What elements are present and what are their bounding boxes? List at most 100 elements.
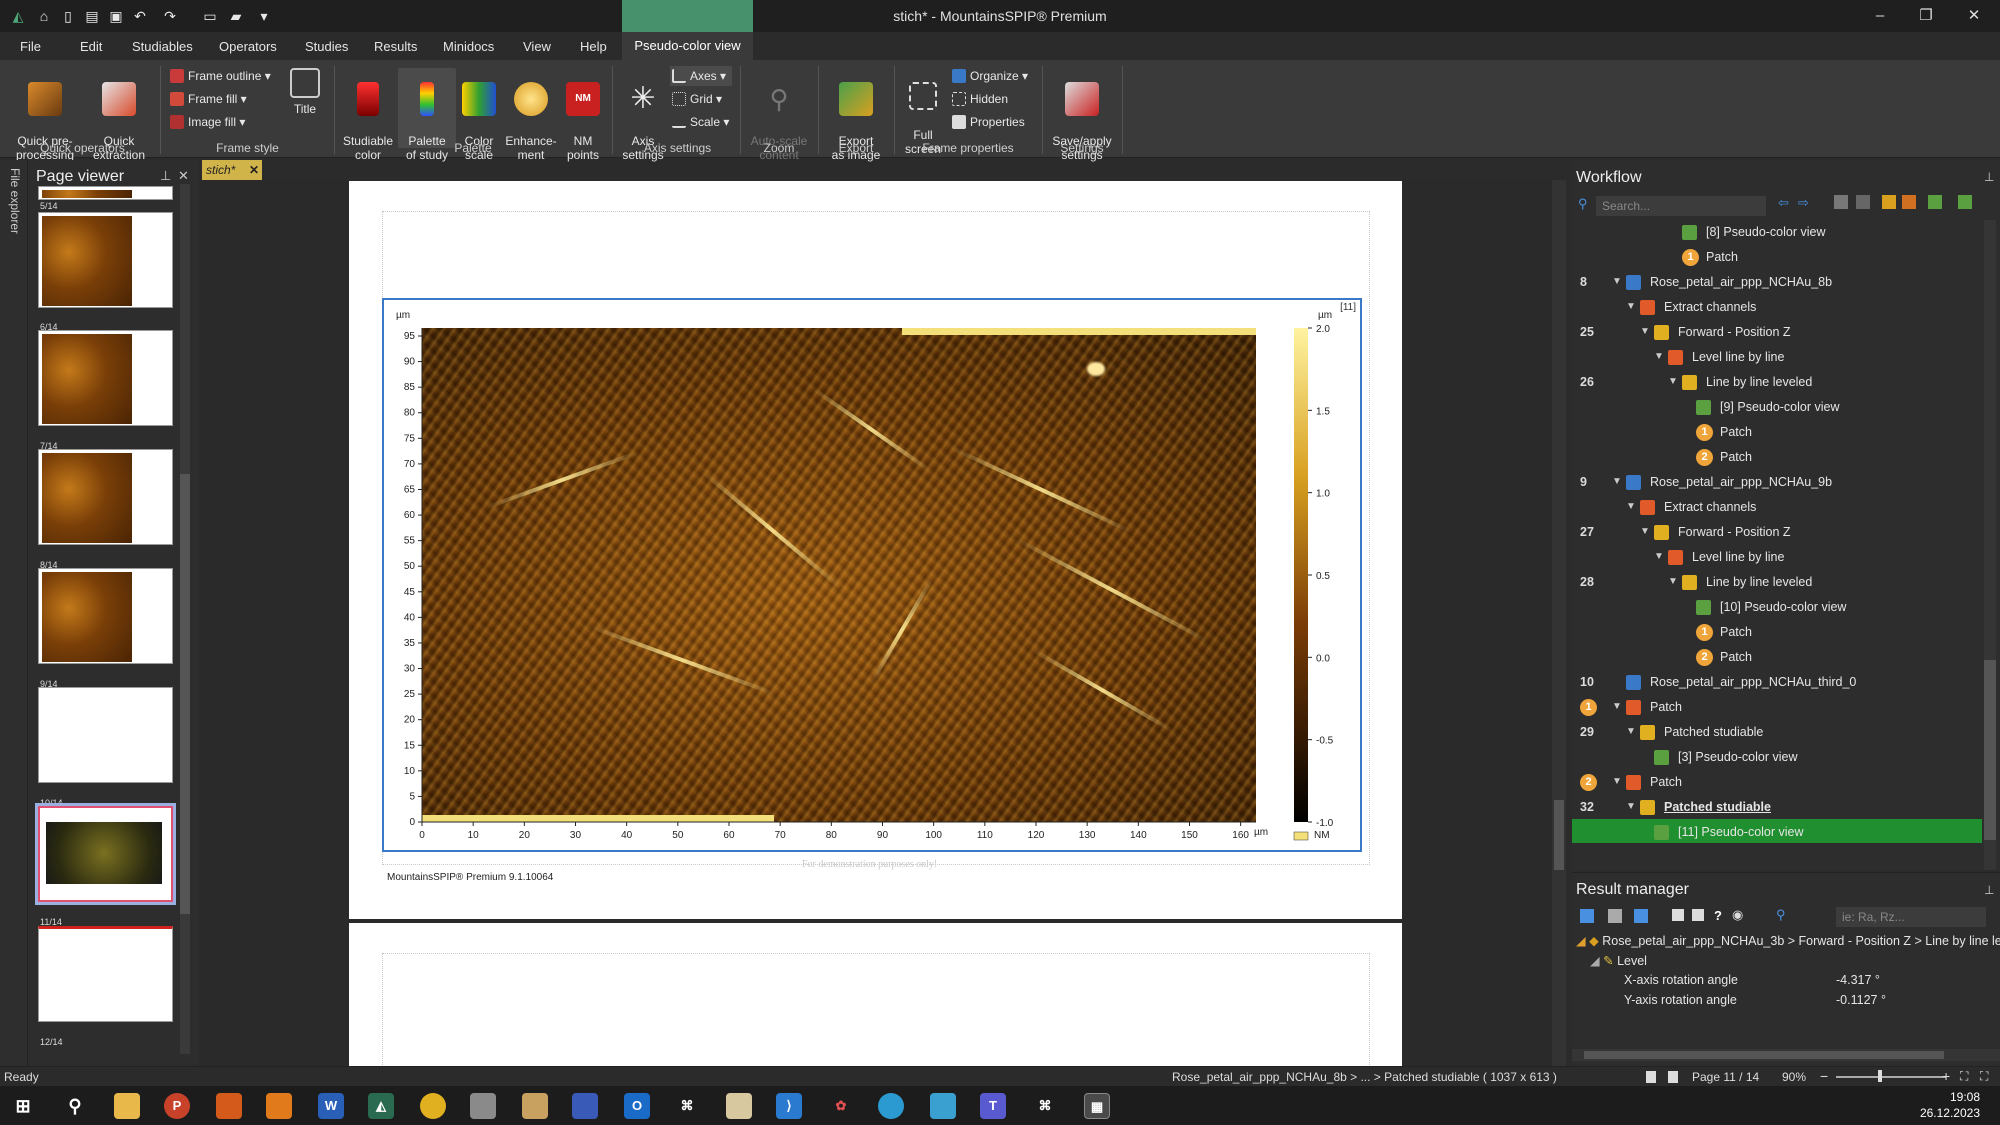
expand-arrow-icon[interactable]: ▼: [1654, 545, 1664, 569]
file-explorer-tab[interactable]: File explorer: [6, 168, 22, 248]
close-window-button[interactable]: ✕: [1954, 4, 1994, 28]
palette-of-study-button[interactable]: Palette of study: [398, 68, 456, 162]
canvas-scrollbar[interactable]: [1552, 180, 1566, 1066]
app-icon[interactable]: ⌘: [674, 1093, 700, 1119]
page-thumbnail[interactable]: [38, 212, 173, 308]
workflow-row[interactable]: 10 Rose_petal_air_ppp_NCHAu_third_0: [1572, 670, 1982, 694]
menu-studies[interactable]: Studies: [305, 39, 348, 54]
workflow-row[interactable]: 1 Patch: [1572, 245, 1982, 269]
menu-file[interactable]: File: [20, 39, 41, 54]
pin-icon[interactable]: ⊥: [1984, 883, 1994, 897]
tool-icon[interactable]: [1958, 195, 1972, 209]
word-icon[interactable]: W: [318, 1093, 344, 1119]
title-button[interactable]: Title: [282, 68, 328, 116]
edge-icon[interactable]: [878, 1093, 904, 1119]
result-path-row[interactable]: ◢ ◆ Rose_petal_air_ppp_NCHAu_3b > Forwar…: [1576, 933, 2000, 948]
expand-arrow-icon[interactable]: ▼: [1668, 570, 1678, 594]
workflow-scrollbar[interactable]: [1984, 220, 1996, 870]
workflow-row[interactable]: 32 ▼ Patched studiable: [1572, 795, 1982, 819]
workflow-row[interactable]: 26 ▼ Line by line leveled: [1572, 370, 1982, 394]
tool-icon[interactable]: [1634, 909, 1648, 923]
workflow-row[interactable]: 1 Patch: [1572, 620, 1982, 644]
menu-view[interactable]: View: [523, 39, 551, 54]
workflow-row[interactable]: 27 ▼ Forward - Position Z: [1572, 520, 1982, 544]
document-tab[interactable]: stich* ✕: [202, 160, 262, 180]
app-icon[interactable]: [266, 1093, 292, 1119]
scale-button[interactable]: Scale ▾: [670, 112, 729, 132]
customize-toolbar-icon[interactable]: ▾: [254, 6, 274, 26]
workflow-search-input[interactable]: Search...: [1596, 196, 1766, 216]
expand-arrow-icon[interactable]: ▼: [1640, 520, 1650, 544]
workflow-row[interactable]: ▼ Extract channels: [1572, 295, 1982, 319]
menu-operators[interactable]: Operators: [219, 39, 277, 54]
workflow-row[interactable]: 25 ▼ Forward - Position Z: [1572, 320, 1982, 344]
axes-button[interactable]: Axes ▾: [670, 66, 732, 86]
clock[interactable]: 19:08 26.12.2023: [1920, 1089, 1980, 1121]
close-panel-icon[interactable]: ✕: [178, 168, 189, 184]
tool-icon[interactable]: [1928, 195, 1942, 209]
tool-icon[interactable]: [1856, 195, 1870, 209]
tool-icon[interactable]: [1672, 909, 1684, 921]
expand-arrow-icon[interactable]: ▼: [1626, 295, 1636, 319]
menu-edit[interactable]: Edit: [80, 39, 102, 54]
calculator-icon[interactable]: ▦: [1084, 1093, 1110, 1119]
zoom-slider-thumb[interactable]: [1878, 1070, 1882, 1082]
print-icon[interactable]: ▭: [200, 6, 220, 26]
windows-start-icon[interactable]: ⊞: [10, 1093, 36, 1119]
app-icon[interactable]: [470, 1093, 496, 1119]
scrollbar-thumb[interactable]: [1554, 800, 1564, 870]
workflow-row[interactable]: ▼ Level line by line: [1572, 345, 1982, 369]
fit-width-icon[interactable]: ⛶: [1980, 1069, 1988, 1084]
frame-fill-button[interactable]: Frame fill ▾: [168, 89, 247, 109]
menu-help[interactable]: Help: [580, 39, 607, 54]
page-thumbnail[interactable]: [38, 687, 173, 783]
scrollbar-thumb[interactable]: [1584, 1051, 1944, 1059]
result-search-input[interactable]: ie: Ra, Rz...: [1836, 907, 1986, 927]
app-icon[interactable]: [726, 1093, 752, 1119]
workflow-row[interactable]: [9] Pseudo-color view: [1572, 395, 1982, 419]
expand-arrow-icon[interactable]: ▼: [1668, 370, 1678, 394]
image-fill-button[interactable]: Image fill ▾: [168, 112, 245, 132]
workflow-row[interactable]: 28 ▼ Line by line leveled: [1572, 570, 1982, 594]
arrow-right-icon[interactable]: ⇨: [1798, 195, 1809, 211]
teams-icon[interactable]: T: [980, 1093, 1006, 1119]
properties-button[interactable]: Properties: [950, 112, 1025, 132]
frame-outline-button[interactable]: Frame outline ▾: [168, 66, 271, 86]
app-icon[interactable]: [216, 1093, 242, 1119]
page-thumbnail[interactable]: [38, 186, 173, 200]
page-thumbnail-selected[interactable]: [38, 806, 173, 902]
help-icon[interactable]: ?: [1714, 908, 1722, 923]
expand-arrow-icon[interactable]: ▼: [1626, 795, 1636, 819]
workflow-row[interactable]: 2 ▼ Patch: [1572, 770, 1982, 794]
workflow-row[interactable]: ▼ Extract channels: [1572, 495, 1982, 519]
tool-icon[interactable]: [1580, 909, 1594, 923]
minimize-button[interactable]: –: [1860, 4, 1900, 28]
tool-icon[interactable]: [1902, 195, 1916, 209]
tool-icon[interactable]: [1834, 195, 1848, 209]
vscode-icon[interactable]: ⟩: [776, 1093, 802, 1119]
workflow-row[interactable]: 2 Patch: [1572, 645, 1982, 669]
zoom-in-icon[interactable]: +: [1942, 1068, 1950, 1084]
close-tab-icon[interactable]: ✕: [249, 160, 259, 180]
tool-icon[interactable]: [1692, 909, 1704, 921]
page-thumbnail[interactable]: [38, 926, 173, 1022]
zoom-out-icon[interactable]: −: [1820, 1068, 1828, 1084]
page-icon[interactable]: [1646, 1071, 1656, 1083]
app-icon[interactable]: [572, 1093, 598, 1119]
app-icon[interactable]: [930, 1093, 956, 1119]
hidden-button[interactable]: Hidden: [950, 89, 1008, 109]
workflow-row-selected[interactable]: [11] Pseudo-color view: [1572, 820, 1982, 844]
workflow-row[interactable]: 8 ▼ Rose_petal_air_ppp_NCHAu_8b: [1572, 270, 1982, 294]
workflow-row[interactable]: 1 Patch: [1572, 420, 1982, 444]
page-viewer-scrollbar[interactable]: [180, 184, 190, 1054]
undo-icon[interactable]: ↶: [130, 6, 150, 26]
workflow-row[interactable]: 9 ▼ Rose_petal_air_ppp_NCHAu_9b: [1572, 470, 1982, 494]
mountains-icon[interactable]: ◭: [368, 1093, 394, 1119]
save-icon[interactable]: ▣: [106, 6, 126, 26]
expand-arrow-icon[interactable]: ▼: [1626, 495, 1636, 519]
expand-arrow-icon[interactable]: ▼: [1612, 270, 1622, 294]
folder-icon[interactable]: ▰: [226, 6, 246, 26]
open-file-icon[interactable]: ▤: [82, 6, 102, 26]
workflow-row[interactable]: 1 ▼ Patch: [1572, 695, 1982, 719]
pin-icon[interactable]: ⊥: [160, 168, 171, 184]
